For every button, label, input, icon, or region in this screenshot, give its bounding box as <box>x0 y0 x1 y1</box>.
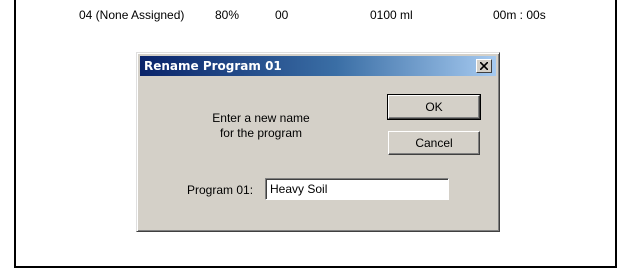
rename-prompt: Enter a new name for the program <box>181 111 341 141</box>
program-name-label: Program 01: <box>187 183 254 197</box>
row-time: 00m : 00s <box>493 8 546 22</box>
rename-program-dialog: Rename Program 01 Enter a new name for t… <box>136 52 500 232</box>
row-percent: 80% <box>215 8 240 22</box>
close-icon <box>480 62 488 70</box>
ok-button[interactable]: OK <box>387 94 481 120</box>
dialog-titlebar[interactable]: Rename Program 01 <box>140 56 496 76</box>
prompt-line-1: Enter a new name <box>212 111 310 125</box>
close-button[interactable] <box>476 59 492 73</box>
program-name-input[interactable] <box>265 178 449 200</box>
prompt-line-2: for the program <box>219 126 303 140</box>
row-volume: 0100 ml <box>370 8 413 22</box>
cancel-button[interactable]: Cancel <box>388 131 480 155</box>
row-channel: 04 (None Assigned) <box>79 8 185 22</box>
dialog-title: Rename Program 01 <box>144 59 282 73</box>
row-code: 00 <box>275 8 289 22</box>
